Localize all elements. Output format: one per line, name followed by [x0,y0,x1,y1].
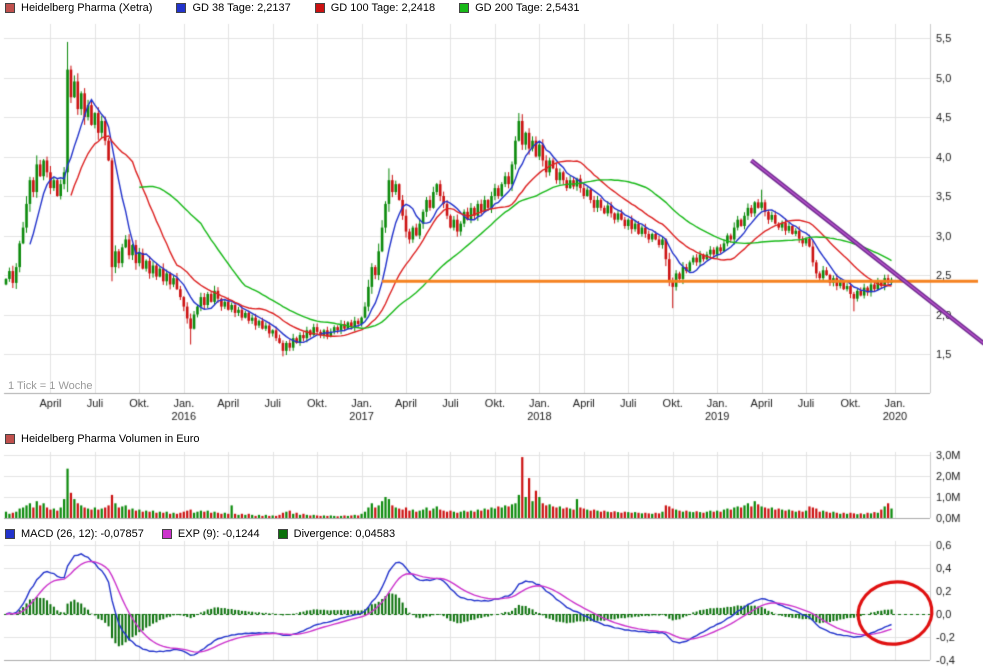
volume-color-swatch [5,434,15,444]
legend-item-divergence: Divergence: 0,04583 [278,528,396,540]
instrument-color-swatch [5,3,15,13]
legend-item-gd38: GD 38 Tage: 2,2137 [176,2,290,14]
legend-item-gd200: GD 200 Tage: 2,5431 [459,2,579,14]
instrument-label: Heidelberg Pharma (Xetra) [21,2,152,14]
legend-item-macd: MACD (26, 12): -0,07857 [5,528,144,540]
volume-label: Heidelberg Pharma Volumen in Euro [21,433,200,445]
legend-item-volume: Heidelberg Pharma Volumen in Euro [5,433,200,445]
gd38-color-swatch [176,3,186,13]
exp-color-swatch [162,529,172,539]
stock-chart-app: Heidelberg Pharma (Xetra) GD 38 Tage: 2,… [0,0,983,670]
divergence-label: Divergence: 0,04583 [294,528,396,540]
legend-item-gd100: GD 100 Tage: 2,2418 [315,2,435,14]
divergence-color-swatch [278,529,288,539]
macd-legend: MACD (26, 12): -0,07857 EXP (9): -0,1244… [5,528,395,540]
legend-item-exp: EXP (9): -0,1244 [162,528,260,540]
gd38-label: GD 38 Tage: 2,2137 [192,2,290,14]
legend-item-instrument: Heidelberg Pharma (Xetra) [5,2,152,14]
exp-label: EXP (9): -0,1244 [178,528,260,540]
gd100-color-swatch [315,3,325,13]
macd-color-swatch [5,529,15,539]
tick-interval-note: 1 Tick = 1 Woche [8,380,92,392]
chart-canvas[interactable] [0,0,983,670]
price-legend: Heidelberg Pharma (Xetra) GD 38 Tage: 2,… [5,2,580,14]
gd100-label: GD 100 Tage: 2,2418 [331,2,435,14]
volume-legend: Heidelberg Pharma Volumen in Euro [5,433,200,445]
macd-label: MACD (26, 12): -0,07857 [21,528,144,540]
gd200-color-swatch [459,3,469,13]
gd200-label: GD 200 Tage: 2,5431 [475,2,579,14]
